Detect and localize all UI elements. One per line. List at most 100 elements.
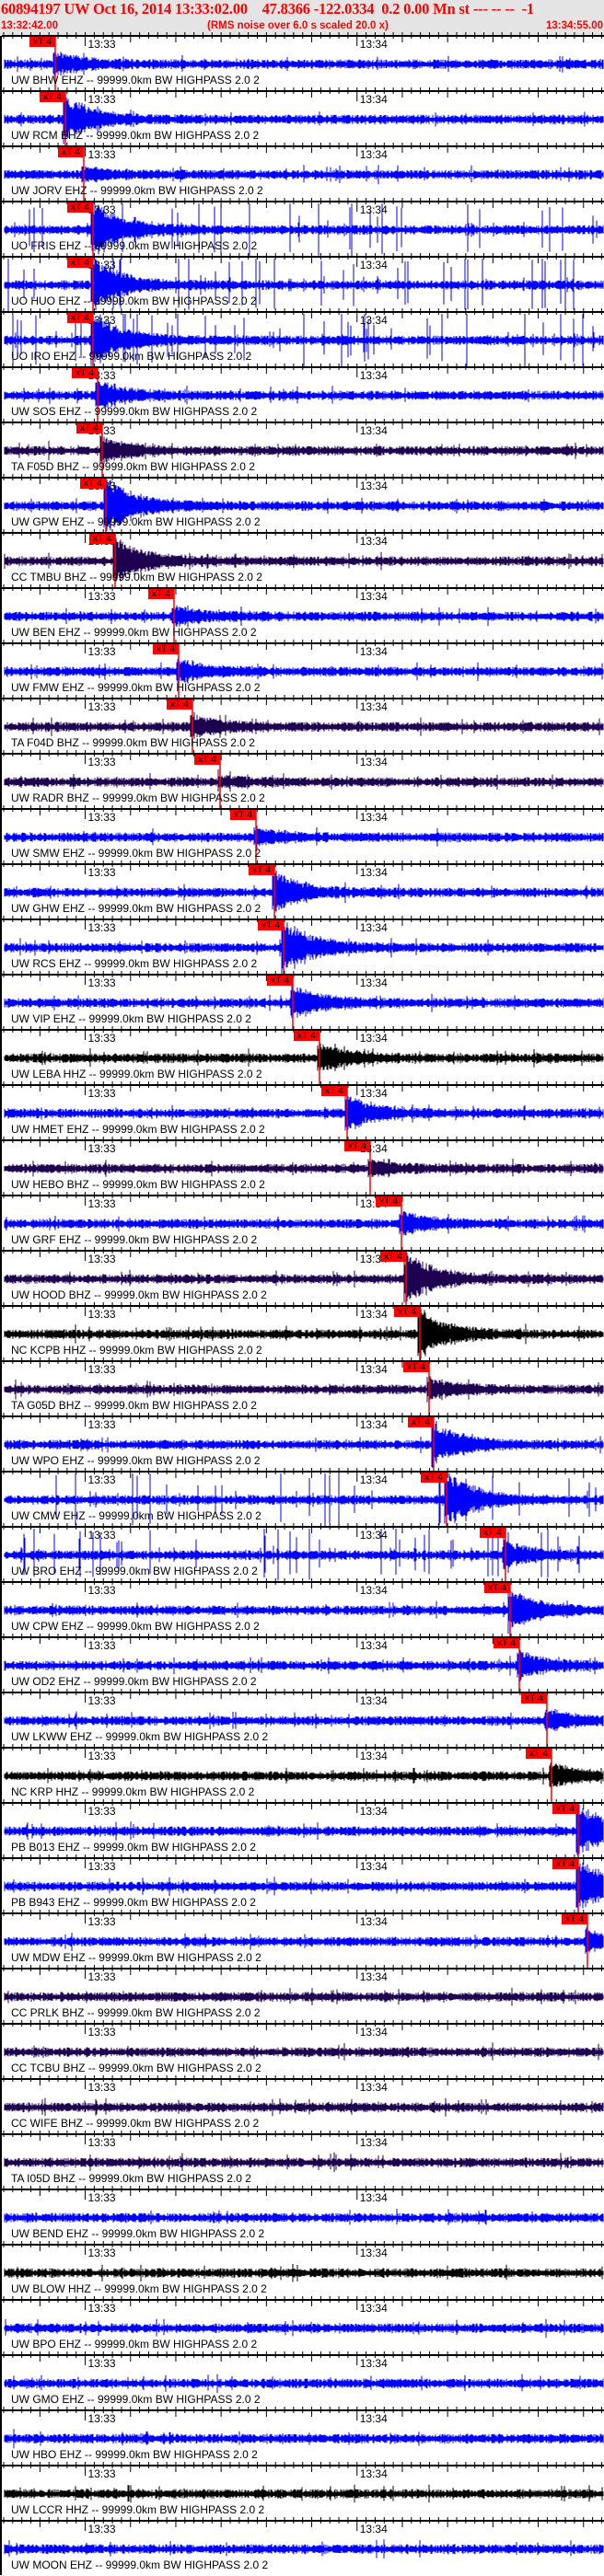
minute-tick-label: 13:33 <box>87 1639 116 1652</box>
minute-tick-label: 13:33 <box>87 2081 116 2094</box>
pick-marker[interactable]: xT 4 <box>58 147 84 157</box>
minute-tick-label: 13:33 <box>87 1584 116 1597</box>
minute-tick-label: 13:34 <box>359 93 388 106</box>
minute-tick-label: 13:34 <box>359 1970 388 1983</box>
end-time: 13:34:55.00 <box>545 20 603 31</box>
pick-marker[interactable]: xT 4 <box>249 865 274 875</box>
channel-panel: 13:33 13:34 UW BEND EHZ -- 99999.0km BW HI… <box>2 2186 604 2245</box>
minute-tick-label: 13:33 <box>87 2467 116 2480</box>
waveform-trace <box>4 2209 604 2225</box>
channel-label: UW RCM EHZ -- 99999.0km BW HIGHPASS 2.0 … <box>11 129 260 142</box>
channel-label: UO HUO EHZ -- 99999.0km BW HIGHPASS 2.0 … <box>11 295 257 307</box>
minute-tick-label: 13:34 <box>359 2247 388 2259</box>
pick-marker[interactable]: xT 4 <box>403 1362 429 1372</box>
pick-marker[interactable]: xT 4 <box>258 920 284 930</box>
minute-tick-label: 13:34 <box>359 535 388 548</box>
channel-panel: 13:33 13:34 xT 4 UO FRIS EHZ -- 99999.0km B… <box>2 198 604 257</box>
channel-label: UW HMET EHZ -- 99999.0km BW HIGHPASS 2.0… <box>11 1123 265 1136</box>
pick-marker[interactable]: xT 4 <box>526 1749 552 1759</box>
minute-tick-label: 13:33 <box>87 756 116 768</box>
pick-marker[interactable]: xT 4 <box>67 313 93 323</box>
channel-label: UW GMO EHZ -- 99999.0km BW HIGHPASS 2.0 … <box>11 2393 261 2406</box>
minute-tick-label: 13:33 <box>87 1032 116 1045</box>
pick-marker[interactable]: xT 4 <box>376 1196 401 1207</box>
minute-tick-label: 13:34 <box>359 2523 388 2536</box>
channel-label: TA F05D BHZ -- 99999.0km BW HIGHPASS 2.0… <box>11 460 255 473</box>
minute-tick-label: 13:34 <box>359 2081 388 2094</box>
pick-marker[interactable]: xT 4 <box>552 1859 578 1869</box>
channel-label: UW CMW EHZ -- 99999.0km BW HIGHPASS 2.0 … <box>11 1509 261 1522</box>
pick-marker[interactable]: xT 4 <box>484 1583 510 1593</box>
channel-label: UO FRIS EHZ -- 99999.0km BW HIGHPASS 2.0… <box>11 239 258 252</box>
minute-tick-label: 13:33 <box>87 1915 116 1928</box>
pick-marker[interactable]: xT 4 <box>29 37 55 47</box>
pick-marker[interactable]: xT 4 <box>562 1914 587 1924</box>
channel-label: UW SMW EHZ -- 99999.0km BW HIGHPASS 2.0 … <box>11 847 261 860</box>
channel-label: UW MOON EHZ -- 99999.0km BW HIGHPASS 2.0… <box>11 2559 269 2571</box>
waveform-trace <box>4 2097 604 2117</box>
channel-label: TA G05D BHZ -- 99999.0km BW HIGHPASS 2.0… <box>11 1399 257 1412</box>
waveform-trace <box>4 2484 604 2503</box>
minute-tick-label: 13:33 <box>87 2302 116 2315</box>
pick-marker[interactable]: xT 4 <box>321 1086 347 1096</box>
pick-marker[interactable]: xT 4 <box>408 1417 434 1427</box>
minute-tick-label: 13:33 <box>87 976 116 989</box>
channel-label: UW LKWW EHZ -- 99999.0km BW HIGHPASS 2.0… <box>11 1730 269 1743</box>
minute-tick-label: 13:33 <box>87 2191 116 2204</box>
channel-panel: 13:33 13:34 UW LCCR HHZ -- 99999.0km BW HI… <box>2 2462 604 2521</box>
pick-marker[interactable]: xT 4 <box>40 92 65 102</box>
minute-tick-label: 13:34 <box>359 1639 388 1652</box>
minute-tick-label: 13:34 <box>359 921 388 934</box>
pick-marker[interactable]: xT 4 <box>167 699 192 710</box>
pick-marker[interactable]: xT 4 <box>89 534 115 544</box>
pick-marker[interactable]: xT 4 <box>267 976 293 986</box>
pick-marker[interactable]: xT 4 <box>230 810 256 820</box>
minute-tick-label: 13:34 <box>359 1860 388 1873</box>
pick-marker[interactable]: xT 4 <box>153 644 179 654</box>
channel-panel: 13:33 13:34 xT 4 NC KRP HHZ -- 99999.0km BW… <box>2 1744 604 1803</box>
pick-marker[interactable]: xT 4 <box>521 1693 547 1704</box>
minute-tick-label: 13:34 <box>359 2136 388 2149</box>
channel-panel: 13:33 13:34 xT 4 UW CMW EHZ -- 99999.0km BW… <box>2 1468 604 1527</box>
pick-marker[interactable]: xT 4 <box>421 1473 447 1483</box>
waveform-trace <box>4 2429 604 2449</box>
channel-label: UW BEND EHZ -- 99999.0km BW HIGHPASS 2.0… <box>11 2227 265 2240</box>
pick-marker[interactable]: xT 4 <box>76 423 102 433</box>
pick-marker[interactable]: xT 4 <box>480 1528 505 1538</box>
channel-panel: 13:33 13:34 UW MOON EHZ -- 99999.0km BW HI… <box>2 2517 604 2576</box>
channel-label: UW MDW EHZ -- 99999.0km BW HIGHPASS 2.0 … <box>11 1951 261 1964</box>
pick-marker[interactable]: xT 4 <box>194 755 220 765</box>
pick-marker[interactable]: xT 4 <box>294 1031 319 1041</box>
pick-marker[interactable]: xT 4 <box>72 368 98 378</box>
minute-tick-label: 13:33 <box>87 1750 116 1762</box>
channel-panel: 13:33 13:34 xT 4 UW LKWW EHZ -- 99999.0km B… <box>2 1689 604 1748</box>
channel-panel: 13:33 13:34 xT 4 UW BRO EHZ -- 99999.0km BW… <box>2 1523 604 1582</box>
minute-tick-label: 13:33 <box>87 2026 116 2039</box>
channel-panel: 13:33 13:34 UW BPO EHZ -- 99999.0km BW HIG… <box>2 2296 604 2355</box>
pick-marker[interactable]: xT 4 <box>552 1804 578 1814</box>
channel-panel: 13:33 13:34 xT 4 UW SMW EHZ -- 99999.0km BW… <box>2 805 604 864</box>
channel-label: PB B013 EHZ -- 99999.0km BW HIGHPASS 2.0… <box>11 1841 256 1854</box>
pick-marker[interactable]: xT 4 <box>494 1638 519 1648</box>
pick-marker[interactable]: xT 4 <box>67 202 93 213</box>
pick-marker[interactable]: xT 4 <box>148 589 174 599</box>
channel-label: UO IRO EHZ -- 99999.0km BW HIGHPASS 2.0 … <box>11 350 252 363</box>
channel-panel: 13:33 13:34 CC WIFE BHZ -- 99999.0km BW HI… <box>2 2075 604 2134</box>
channel-panel: 13:33 13:34 xT 4 TA F04D BHZ -- 99999.0km B… <box>2 695 604 754</box>
pick-marker[interactable]: xT 4 <box>80 479 106 489</box>
channel-panel: 13:33 13:34 xT 4 UW HOOD BHZ -- 99999.0km B… <box>2 1247 604 1306</box>
channel-panel: 13:33 13:34 xT 4 UW GHW EHZ -- 99999.0km BW… <box>2 861 604 919</box>
pick-marker[interactable]: xT 4 <box>380 1252 406 1262</box>
pick-marker[interactable]: xT 4 <box>344 1141 370 1151</box>
waveform-trace <box>4 2042 604 2061</box>
channel-panel: 13:33 13:34 xT 4 UW RADR BHZ -- 99999.0km B… <box>2 750 604 809</box>
waveform-trace <box>4 1762 604 1788</box>
waveform-trace <box>4 1158 604 1178</box>
minute-tick-label: 13:33 <box>87 590 116 603</box>
channel-panel: 13:3313:34xT 4UW GPW EHZ -- 99999.0km BW… <box>2 474 604 533</box>
channel-panel: 13:33 13:34 xT 4 UW CPW EHZ -- 99999.0km BW… <box>2 1578 604 1637</box>
minute-tick-label: 13:33 <box>87 1860 116 1873</box>
pick-marker[interactable]: xT 4 <box>394 1307 420 1317</box>
pick-marker[interactable]: xT 4 <box>67 258 93 268</box>
channel-label: UW HEBO BHZ -- 99999.0km BW HIGHPASS 2.0… <box>11 1178 265 1191</box>
